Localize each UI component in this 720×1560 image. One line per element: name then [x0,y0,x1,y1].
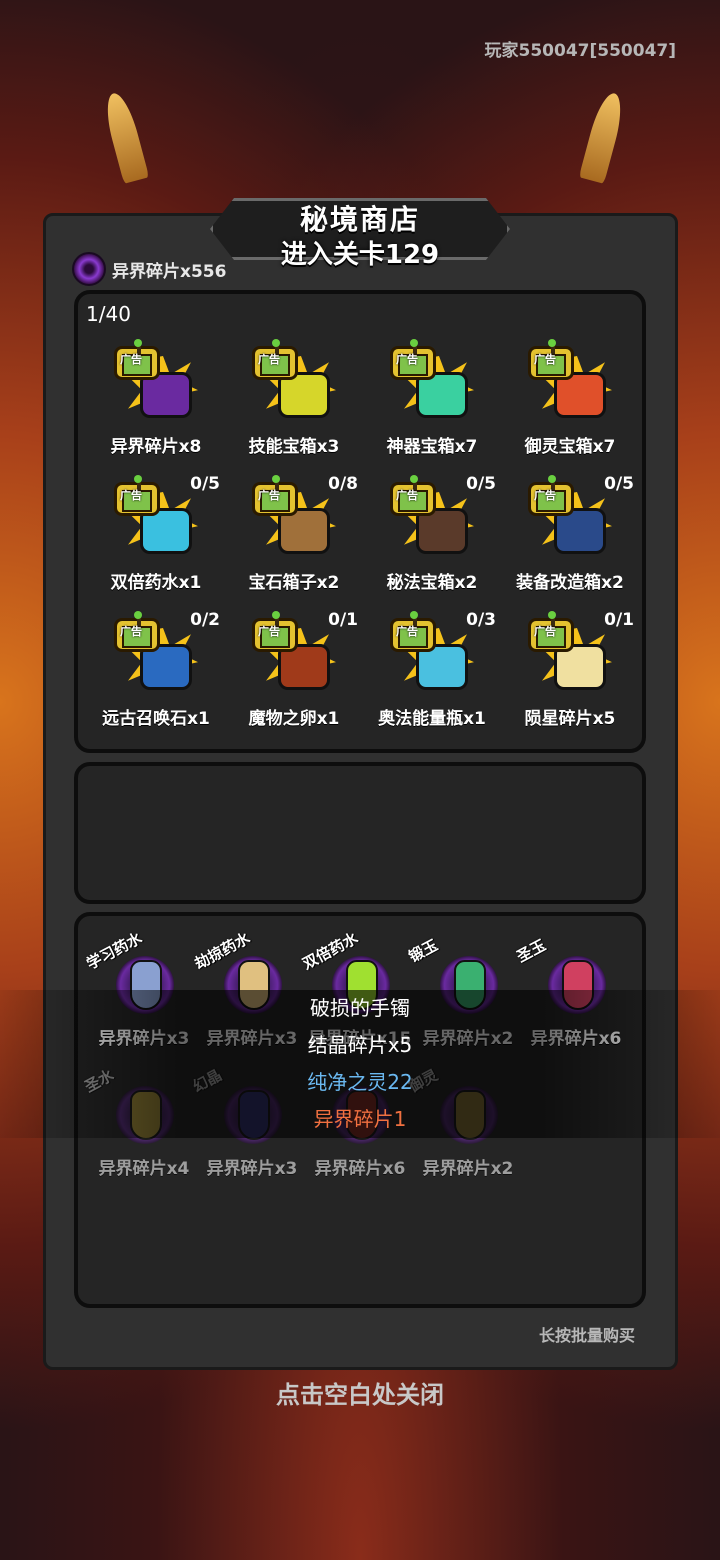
ad-reward-icon: 广告 [114,475,198,556]
purchase-limit: 0/1 [604,610,634,630]
ad-badge: 广告 [120,489,142,502]
ad-reward-name: 奥法能量瓶x1 [378,709,486,729]
currency-display: 异界碎片x556 [72,252,226,286]
ad-reward-name: 异界碎片x8 [110,437,202,457]
reward-toast: 结晶碎片x5 [0,1027,720,1064]
purchase-limit: 0/3 [466,610,496,630]
ad-reward-icon: 广告 [390,339,474,420]
purchase-limit: 0/8 [328,474,358,494]
reward-toast: 破损的手镯 [0,990,720,1027]
ad-tv-icon: 广告 [528,339,574,380]
ad-reward-item[interactable]: 广告 0/1 陨星碎片x5 [500,604,640,734]
ad-reward-icon: 广告 [528,475,612,556]
purchase-limit: 0/1 [328,610,358,630]
ad-reward-item[interactable]: 广告异界碎片x8 [86,332,226,462]
ad-reward-item[interactable]: 广告 0/5 秘法宝箱x2 [362,468,502,598]
ad-reward-icon: 广告 [528,339,612,420]
ad-badge: 广告 [534,625,556,638]
ad-tv-icon: 广告 [252,339,298,380]
long-press-hint: 长按批量购买 [538,1326,635,1345]
item-price: 异界碎片x4 [98,1159,190,1179]
ad-reward-name: 宝石箱子x2 [248,573,340,593]
ad-reward-item[interactable]: 广告技能宝箱x3 [224,332,364,462]
item-tag: 锻玉 [405,935,441,966]
reward-toast: 异界碎片1 [0,1101,720,1138]
ad-reward-item[interactable]: 广告 0/5 装备改造箱x2 [500,468,640,598]
item-price: 异界碎片x2 [422,1159,514,1179]
ad-reward-name: 远古召唤石x1 [102,709,210,729]
ad-badge: 广告 [396,489,418,502]
ad-tv-icon: 广告 [114,475,160,516]
ad-badge: 广告 [258,625,280,638]
ad-badge: 广告 [258,489,280,502]
ad-reward-icon: 广告 [252,611,336,692]
ad-reward-name: 装备改造箱x2 [516,573,624,593]
reward-toast: 纯净之灵22 [0,1064,720,1101]
ad-reward-icon: 广告 [390,475,474,556]
ad-reward-box: 1/40 广告 异界碎片x8 广告 技能宝箱x3 广告 神器宝箱x7 广告 御灵宝箱x7 广告 0… [74,290,646,753]
ad-reward-icon: 广告 [390,611,474,692]
purchase-limit: 0/5 [466,474,496,494]
ad-badge: 广告 [534,353,556,366]
empty-slot-box [74,762,646,904]
purchase-limit: 0/5 [190,474,220,494]
ad-reward-item[interactable]: 广告神器宝箱x7 [362,332,502,462]
ad-reward-name: 神器宝箱x7 [386,437,478,457]
ad-badge: 广告 [396,625,418,638]
ad-tv-icon: 广告 [528,475,574,516]
ad-badge: 广告 [534,489,556,502]
ad-reward-icon: 广告 [528,611,612,692]
ad-reward-icon: 广告 [252,339,336,420]
ad-badge: 广告 [396,353,418,366]
ad-reward-icon: 广告 [114,611,198,692]
ad-tv-icon: 广告 [390,611,436,652]
ad-reward-name: 陨星碎片x5 [524,709,616,729]
player-id: 玩家550047[550047] [484,41,676,61]
void-swirl-icon [72,252,106,286]
ad-reward-name: 御灵宝箱x7 [524,437,616,457]
ad-reward-item[interactable]: 广告 0/2 远古召唤石x1 [86,604,226,734]
ad-badge: 广告 [120,353,142,366]
ad-badge: 广告 [258,353,280,366]
ad-reward-name: 秘法宝箱x2 [386,573,478,593]
ad-reward-icon: 广告 [114,339,198,420]
ad-reward-name: 双倍药水x1 [110,573,202,593]
currency-amount: 异界碎片x556 [112,261,227,282]
ad-reward-item[interactable]: 广告御灵宝箱x7 [500,332,640,462]
item-price: 异界碎片x6 [314,1159,406,1179]
ad-tv-icon: 广告 [114,339,160,380]
ad-tv-icon: 广告 [528,611,574,652]
item-tag: 圣玉 [513,935,549,966]
ad-reward-item[interactable]: 广告 0/3 奥法能量瓶x1 [362,604,502,734]
ad-tv-icon: 广告 [252,611,298,652]
shop-title: 秘境商店 [299,203,420,236]
purchase-limit: 0/5 [604,474,634,494]
ad-reward-name: 技能宝箱x3 [248,437,340,457]
ad-reward-name: 魔物之卵x1 [248,709,340,729]
item-price: 异界碎片x3 [206,1159,298,1179]
ad-reward-item[interactable]: 广告 0/1 魔物之卵x1 [224,604,364,734]
ad-badge: 广告 [120,625,142,638]
ad-tv-icon: 广告 [390,475,436,516]
close-hint[interactable]: 点击空白处关闭 [0,1375,720,1410]
ad-tv-icon: 广告 [114,611,160,652]
purchase-limit: 0/2 [190,610,220,630]
ad-tv-icon: 广告 [252,475,298,516]
ad-reward-item[interactable]: 广告 0/5 双倍药水x1 [86,468,226,598]
ad-tv-icon: 广告 [390,339,436,380]
ad-reward-icon: 广告 [252,475,336,556]
ad-reward-item[interactable]: 广告 0/8 宝石箱子x2 [224,468,364,598]
ad-counter: 1/40 [86,302,131,326]
